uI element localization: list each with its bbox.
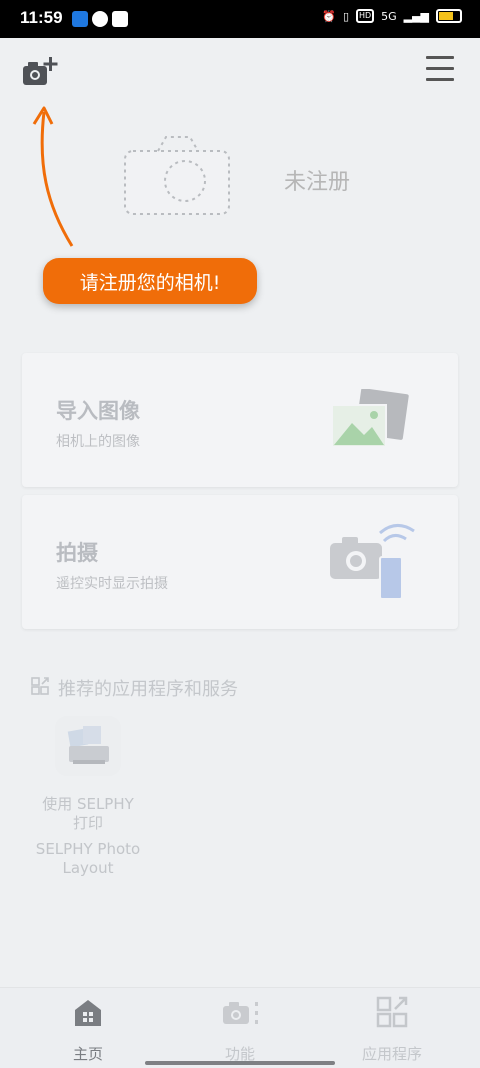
photos-icon [331, 389, 409, 448]
signal-icon: ▂▄▆ [403, 9, 429, 23]
unregistered-camera-icon [124, 136, 230, 215]
apps-section-icon [31, 677, 49, 695]
bottom-navigation: 主页 功能 应用程序 [0, 987, 480, 1068]
status-icons: ⏰ ▯ HD 5G ▂▄▆ [322, 9, 462, 23]
app-notification-icon [72, 11, 88, 27]
register-camera-tooltip[interactable]: 请注册您的相机! [43, 258, 257, 304]
import-images-card[interactable]: 导入图像 相机上的图像 [22, 353, 458, 487]
hamburger-menu-icon[interactable] [426, 56, 454, 82]
card-subtitle: 遥控实时显示拍摄 [56, 576, 168, 592]
camera-add-icon[interactable] [22, 54, 62, 88]
app-name-line2[interactable]: 打印 [20, 812, 156, 833]
status-time: 11:59 [20, 8, 63, 27]
app-sub-line2[interactable]: Layout [20, 859, 156, 877]
speed-notification-icon [92, 11, 108, 27]
card-subtitle: 相机上的图像 [56, 434, 140, 450]
remote-camera-icon [330, 524, 415, 600]
selphy-app-icon[interactable] [55, 716, 121, 776]
battery-icon [436, 9, 462, 23]
app-sub-line1[interactable]: SELPHY Photo [20, 840, 156, 858]
pointer-arrow-icon [32, 106, 74, 247]
gesture-bar[interactable] [145, 1061, 335, 1065]
camera-functions-icon [223, 1002, 258, 1024]
apps-grid-icon [376, 996, 408, 1028]
status-bar: 11:59 ⏰ ▯ HD 5G ▂▄▆ [0, 0, 480, 38]
printer-icon [67, 726, 109, 764]
camera-status-label: 未注册 [284, 170, 351, 195]
app-name-line1[interactable]: 使用 SELPHY [20, 793, 156, 814]
app2-notification-icon [112, 11, 128, 27]
hd-icon: HD [356, 9, 375, 23]
card-title: 导入图像 [56, 399, 140, 423]
vibrate-icon: ▯ [343, 9, 350, 23]
remote-shooting-card[interactable]: 拍摄 遥控实时显示拍摄 [22, 495, 458, 629]
alarm-icon: ⏰ [322, 9, 337, 23]
nav-home[interactable]: 主页 [8, 988, 168, 1068]
home-icon [75, 1000, 101, 1026]
card-title: 拍摄 [56, 541, 98, 565]
nav-label: 应用程序 [361, 1045, 422, 1063]
network-label: 5G [381, 9, 397, 23]
nav-functions[interactable]: 功能 [160, 988, 320, 1068]
nav-label: 主页 [72, 1045, 103, 1063]
nav-apps[interactable]: 应用程序 [312, 988, 472, 1068]
recommended-section-title: 推荐的应用程序和服务 [58, 679, 238, 700]
